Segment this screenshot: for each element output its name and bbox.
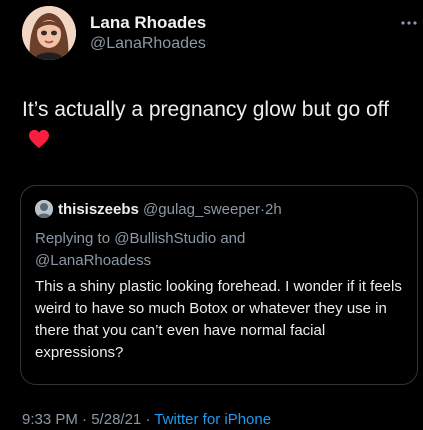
replying-mention-2[interactable]: @LanaRhoadess — [35, 252, 151, 269]
replying-prefix: Replying to — [35, 230, 111, 247]
author-display-name[interactable]: Lana Rhoades — [90, 13, 206, 33]
more-options-icon[interactable] — [401, 20, 417, 26]
author-handle[interactable]: @LanaRhoades — [90, 33, 206, 55]
replying-to-line: Replying to @BullishStudio and @LanaRhoa… — [35, 228, 405, 272]
tweet-metadata: 9:33 PM · 5/28/21 · Twitter for iPhone — [22, 410, 271, 430]
tweet-author: Lana Rhoades @LanaRhoades — [90, 13, 206, 55]
tweet-source-link[interactable]: Twitter for iPhone — [154, 411, 271, 428]
meta-separator-1: · — [82, 411, 88, 428]
avatar-image — [22, 6, 76, 60]
tweet-text-content: It’s actually a pregnancy glow but go of… — [22, 98, 389, 121]
tweet: Lana Rhoades @LanaRhoades It’s actually … — [0, 0, 423, 430]
avatar[interactable] — [22, 6, 76, 60]
quoted-avatar[interactable] — [35, 200, 53, 218]
tweet-date[interactable]: 5/28/21 — [91, 411, 141, 428]
quoted-tweet-text: This a shiny plastic looking forehead. I… — [35, 278, 402, 361]
tweet-time[interactable]: 9:33 PM — [22, 411, 78, 428]
replying-conjunction: and — [220, 230, 246, 247]
red-heart-icon — [29, 129, 49, 149]
tweet-text: It’s actually a pregnancy glow but go of… — [22, 95, 412, 155]
replying-mention-1[interactable]: @BullishStudio — [114, 230, 216, 247]
quoted-time: 2h — [265, 201, 282, 218]
quoted-avatar-image — [35, 200, 53, 218]
quoted-display-name[interactable]: thisiszeebs — [58, 201, 139, 218]
quoted-tweet-card[interactable]: thisiszeebs @gulag_sweeper·2h Replying t… — [20, 185, 418, 385]
quoted-handle[interactable]: @gulag_sweeper — [143, 201, 260, 218]
meta-separator-2: · — [145, 411, 151, 428]
quoted-tweet-header: thisiszeebs @gulag_sweeper·2h — [35, 200, 282, 220]
